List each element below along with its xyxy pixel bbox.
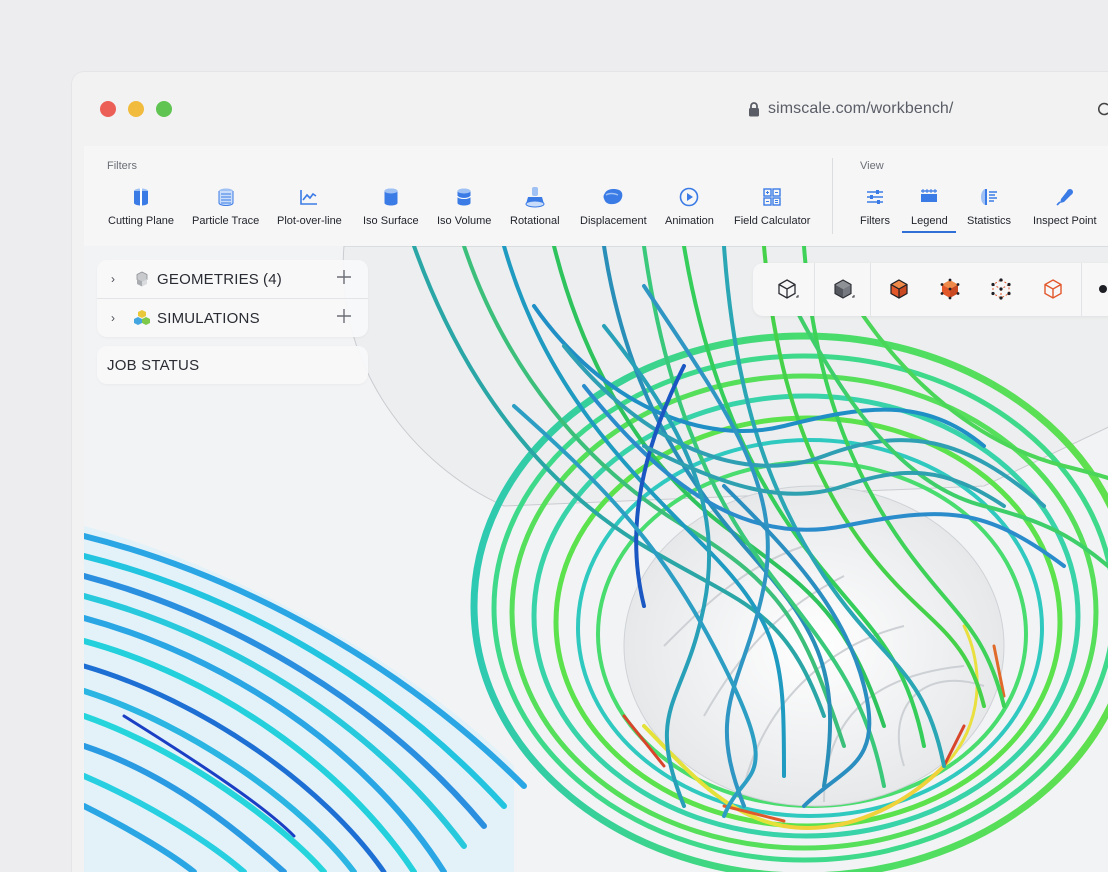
tool-label: Inspect Point: [1033, 215, 1097, 227]
cube-outline-icon: [778, 279, 799, 299]
tool-label: Cutting Plane: [108, 215, 175, 227]
tool-rotational[interactable]: Rotational: [510, 186, 560, 227]
tree-item-simulations[interactable]: › SIMULATIONS: [97, 298, 368, 337]
section-divider: [832, 158, 833, 234]
url-text: simscale.com/workbench/: [768, 100, 954, 117]
cube-points-icon: [991, 278, 1011, 300]
tool-iso-volume[interactable]: Iso Volume: [437, 186, 491, 227]
view-tool-statistics[interactable]: Statistics: [967, 186, 1011, 227]
view-surface-edges-button[interactable]: [885, 275, 913, 303]
tool-label: Iso Surface: [363, 215, 419, 227]
cutting-plane-icon: [130, 186, 152, 208]
geometries-count: (4): [263, 270, 282, 288]
view-surface-button[interactable]: [936, 275, 964, 303]
ribbon-toolbar: Filters Cutting Plane Particle Trace Plo…: [84, 146, 1108, 246]
model-tree-panel: › GEOMETRIES (4) › SIMULATIONS: [97, 260, 368, 337]
displacement-icon: [602, 186, 624, 208]
tree-item-geometries[interactable]: › GEOMETRIES (4): [97, 260, 368, 298]
view-tool-inspect-point[interactable]: Inspect Point: [1033, 186, 1097, 227]
inspect-point-icon: [1054, 186, 1076, 208]
geometries-icon: [136, 271, 148, 287]
simulations-icon: [134, 310, 150, 325]
statistics-icon: [978, 186, 1000, 208]
view-tool-filters[interactable]: Filters: [860, 186, 890, 227]
tool-label: Displacement: [580, 215, 647, 227]
view-solid-button[interactable]: [829, 275, 857, 303]
add-geometry-icon[interactable]: [336, 269, 352, 285]
plot-over-line-icon: [298, 186, 320, 208]
legend-icon: [918, 186, 940, 208]
browser-window: simscale.com/workbench/ Filters Cutting …: [72, 72, 1108, 872]
tool-label: Filters: [860, 215, 890, 227]
field-calculator-icon: [761, 186, 783, 208]
tool-label: Iso Volume: [437, 215, 492, 227]
close-window-button[interactable]: [100, 101, 116, 117]
maximize-window-button[interactable]: [156, 101, 172, 117]
view-points-button[interactable]: [987, 275, 1015, 303]
filters-section-label: Filters: [107, 160, 137, 172]
tool-label: Rotational: [510, 215, 560, 227]
tool-label: Statistics: [967, 215, 1012, 227]
simulation-render: [84, 246, 1108, 872]
view-tool-legend[interactable]: Legend: [911, 186, 948, 227]
cube-surface-edges-icon: [890, 279, 908, 299]
view-section-label: View: [860, 160, 884, 172]
chevron-right-icon[interactable]: ›: [111, 272, 123, 286]
play-icon: [678, 186, 700, 208]
view-wireframe-button[interactable]: [1039, 275, 1067, 303]
minimize-window-button[interactable]: [128, 101, 144, 117]
active-tab-indicator: [902, 231, 956, 233]
address-bar[interactable]: simscale.com/workbench/: [748, 99, 953, 119]
filters-sliders-icon: [864, 186, 886, 208]
view-mode-toolbar: [753, 263, 1108, 316]
cube-surface-icon: [940, 278, 960, 300]
tool-label: Animation: [665, 215, 714, 227]
iso-volume-icon: [453, 186, 475, 208]
simulations-label: SIMULATIONS: [157, 309, 260, 327]
reload-icon[interactable]: [1098, 102, 1108, 116]
view-outline-button[interactable]: [773, 275, 801, 303]
tool-iso-surface[interactable]: Iso Surface: [363, 186, 419, 227]
chevron-right-icon[interactable]: ›: [111, 311, 123, 325]
iso-surface-icon: [380, 186, 402, 208]
3d-viewport[interactable]: [84, 246, 1108, 872]
job-status-label: JOB STATUS: [107, 356, 200, 374]
eye-icon: [1099, 285, 1107, 293]
divider: [1081, 263, 1082, 316]
tool-label: Particle Trace: [192, 215, 260, 227]
particle-trace-icon: [215, 186, 237, 208]
add-simulation-icon[interactable]: [336, 308, 352, 324]
tool-displacement[interactable]: Displacement: [580, 186, 647, 227]
rotational-icon: [524, 186, 546, 208]
job-status-panel[interactable]: JOB STATUS: [97, 346, 368, 384]
divider: [814, 263, 815, 316]
cube-solid-icon: [834, 279, 855, 299]
tool-label: Field Calculator: [734, 215, 811, 227]
tool-plot-over-line[interactable]: Plot-over-line: [277, 186, 342, 227]
lock-icon: [749, 102, 759, 117]
tool-field-calculator[interactable]: Field Calculator: [734, 186, 810, 227]
divider: [870, 263, 871, 316]
tool-label: Plot-over-line: [277, 215, 342, 227]
view-more-button[interactable]: [1093, 275, 1108, 303]
tool-animation[interactable]: Animation: [665, 186, 714, 227]
tool-cutting-plane[interactable]: Cutting Plane: [108, 186, 174, 227]
tool-particle-trace[interactable]: Particle Trace: [192, 186, 259, 227]
cube-wireframe-icon: [1044, 279, 1062, 299]
geometries-label: GEOMETRIES: [157, 270, 260, 288]
tool-label: Legend: [911, 215, 948, 227]
